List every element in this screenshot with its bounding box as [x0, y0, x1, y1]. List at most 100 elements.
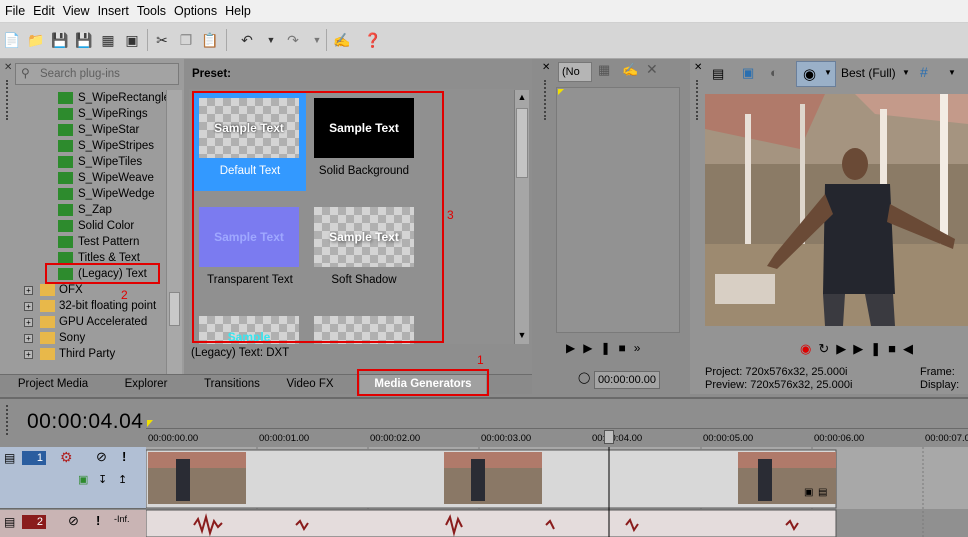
- close-panel-icon[interactable]: ✕: [542, 62, 550, 73]
- event-fx-icon[interactable]: ▤: [818, 487, 827, 498]
- stop-icon[interactable]: ■: [888, 341, 903, 356]
- tree-item[interactable]: S_WipeWedge: [0, 186, 166, 202]
- cut-icon[interactable]: ✂: [153, 31, 171, 49]
- chevron-down-icon[interactable]: ▼: [902, 68, 910, 77]
- tab-transitions[interactable]: Transitions: [192, 375, 272, 394]
- expand-icon[interactable]: +: [24, 334, 33, 343]
- menu-insert[interactable]: Insert: [97, 4, 136, 18]
- trimmer-view[interactable]: [556, 87, 680, 333]
- tree-folder[interactable]: + GPU Accelerated: [0, 314, 166, 330]
- tree-item[interactable]: Test Pattern: [0, 234, 166, 250]
- timeline-track-area[interactable]: ▣ ▤: [146, 447, 968, 537]
- edit-tool-icon[interactable]: ✍: [622, 62, 638, 78]
- save-icon[interactable]: 💾: [51, 31, 69, 49]
- panel-grip-handle[interactable]: [544, 80, 548, 120]
- tree-item[interactable]: S_WipeRings: [0, 106, 166, 122]
- preset-scrollbar[interactable]: ▲ ▼: [514, 90, 529, 344]
- menu-edit[interactable]: Edit: [32, 4, 62, 18]
- split-screen-icon[interactable]: ◐: [770, 65, 778, 80]
- tree-scrollbar[interactable]: [166, 90, 182, 374]
- play-icon[interactable]: ▶: [853, 341, 870, 356]
- grid-icon[interactable]: #: [920, 64, 928, 80]
- save-as-icon[interactable]: 💾: [75, 31, 93, 49]
- play-from-start-icon[interactable]: ▶: [836, 341, 853, 356]
- redo-dropdown-icon[interactable]: ▼: [308, 31, 326, 49]
- tree-item[interactable]: S_WipeStar: [0, 122, 166, 138]
- undo-icon[interactable]: ↶: [238, 31, 256, 49]
- tree-item[interactable]: S_WipeTiles: [0, 154, 166, 170]
- menu-tools[interactable]: Tools: [136, 4, 173, 18]
- copy-icon[interactable]: ❐: [177, 31, 195, 49]
- track-fx-icon[interactable]: ⚙: [60, 449, 73, 466]
- open-folder-icon[interactable]: 📁: [27, 31, 45, 49]
- audio-track-header[interactable]: ▤ 2 ⊘ ! -Inf.: [0, 510, 146, 537]
- tree-item[interactable]: S_Zap: [0, 202, 166, 218]
- solo-icon[interactable]: !: [96, 513, 100, 528]
- preview-properties-icon[interactable]: ▤: [712, 66, 724, 82]
- tree-folder[interactable]: + OFX: [0, 282, 166, 298]
- whats-this-help-icon[interactable]: ❓: [364, 31, 382, 49]
- menu-help[interactable]: Help: [224, 4, 258, 18]
- play-icon[interactable]: ▶: [583, 341, 600, 355]
- solo-icon[interactable]: !: [122, 449, 126, 464]
- menu-options[interactable]: Options: [173, 4, 224, 18]
- panel-grip-handle[interactable]: [696, 80, 700, 120]
- track-menu-icon[interactable]: ▤: [4, 515, 15, 529]
- stop-icon[interactable]: ■: [619, 341, 634, 355]
- tree-item[interactable]: S_WipeWeave: [0, 170, 166, 186]
- paste-icon[interactable]: 📋: [201, 31, 219, 49]
- previous-frame-icon[interactable]: ◀: [903, 341, 920, 356]
- tab-video-fx[interactable]: Video FX: [280, 375, 340, 394]
- new-project-icon[interactable]: 📄: [3, 31, 21, 49]
- pause-icon[interactable]: ❚: [870, 341, 888, 356]
- compositing-icon[interactable]: ▣: [78, 473, 88, 486]
- mute-icon[interactable]: ⊘: [96, 449, 107, 465]
- close-panel-icon[interactable]: ✕: [694, 62, 702, 73]
- parent-track-icon[interactable]: ↥: [118, 473, 127, 486]
- tree-folder[interactable]: +32-bit floating point: [0, 298, 166, 314]
- expand-icon[interactable]: +: [24, 302, 33, 311]
- external-monitor-icon[interactable]: ▣: [742, 65, 754, 81]
- tree-item[interactable]: S_WipeRectangle: [0, 90, 166, 106]
- expand-icon[interactable]: +: [24, 318, 33, 327]
- more-icon[interactable]: »: [634, 341, 649, 355]
- panel-grip-handle[interactable]: [6, 405, 10, 435]
- save-icon[interactable]: ▦: [598, 62, 610, 78]
- record-icon[interactable]: ◉: [800, 341, 818, 356]
- playhead-handle[interactable]: [604, 430, 614, 444]
- event-pan-crop-icon[interactable]: ▣: [804, 487, 813, 498]
- scroll-down-icon[interactable]: ▼: [515, 330, 529, 340]
- tab-project-media[interactable]: Project Media: [6, 375, 100, 394]
- chevron-down-icon[interactable]: ▼: [948, 68, 956, 77]
- scroll-up-icon[interactable]: ▲: [515, 92, 529, 102]
- menu-file[interactable]: File: [4, 4, 32, 18]
- expand-icon[interactable]: +: [24, 350, 33, 359]
- tree-item[interactable]: Solid Color: [0, 218, 166, 234]
- scrollbar-thumb[interactable]: [169, 292, 180, 326]
- menu-view[interactable]: View: [62, 4, 97, 18]
- preview-quality-dropdown[interactable]: Best (Full): [841, 66, 896, 80]
- tree-item[interactable]: S_WipeStripes: [0, 138, 166, 154]
- trimmer-source-dropdown[interactable]: (No: [558, 62, 592, 82]
- edit-tool-icon[interactable]: ✍: [333, 31, 351, 49]
- timeline-ruler[interactable]: 00:00:00.00 00:00:01.00 00:00:02.00 00:0…: [146, 428, 968, 447]
- redo-icon[interactable]: ↷: [284, 31, 302, 49]
- compositing-mode-icon[interactable]: ↧: [98, 473, 107, 486]
- loop-icon[interactable]: ↻: [818, 341, 836, 356]
- tree-folder[interactable]: + Third Party: [0, 346, 166, 362]
- expand-icon[interactable]: +: [24, 286, 33, 295]
- clear-icon[interactable]: ✕: [646, 61, 658, 78]
- tab-explorer[interactable]: Explorer: [100, 375, 192, 394]
- track-menu-icon[interactable]: ▤: [4, 451, 15, 465]
- mute-icon[interactable]: ⊘: [68, 513, 79, 529]
- search-plugins-input[interactable]: Search plug-ins: [15, 63, 179, 85]
- overlays-button[interactable]: ◉ ▼: [796, 61, 836, 87]
- video-track-header[interactable]: ▤ 1 ⚙ ⊘ ! ▣ ↧ ↥: [0, 447, 146, 509]
- tree-folder[interactable]: + Sony: [0, 330, 166, 346]
- render-icon[interactable]: ▦: [99, 31, 117, 49]
- properties-icon[interactable]: ▣: [123, 31, 141, 49]
- play-from-start-icon[interactable]: ▶: [566, 341, 583, 355]
- close-panel-icon[interactable]: ✕: [4, 62, 12, 73]
- pause-icon[interactable]: ❚: [600, 341, 618, 355]
- undo-dropdown-icon[interactable]: ▼: [262, 31, 280, 49]
